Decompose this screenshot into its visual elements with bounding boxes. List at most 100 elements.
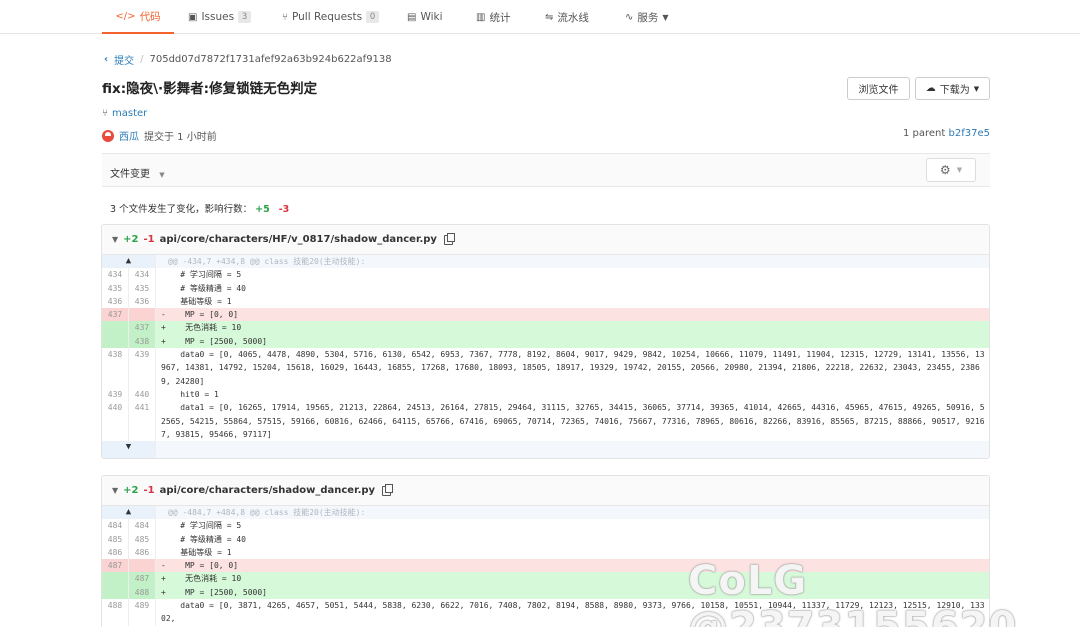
total-additions: +5	[255, 204, 270, 215]
diff-line: 485 485 # 等级精通 = 40	[102, 532, 989, 546]
code-line: data1 = [0, 16265, 17914, 19565, 21213, …	[161, 403, 985, 439]
old-line-number[interactable]	[102, 334, 129, 349]
issues-count-badge: 3	[238, 11, 252, 23]
hunk-header: @@ -434,7 +434,8 @@ class 技能20(主动技能):	[168, 257, 366, 266]
branch-link[interactable]: ⑂ master	[102, 108, 147, 119]
diff-lines: ▲ @@ -434,7 +434,8 @@ class 技能20(主动技能): 43…	[102, 255, 989, 459]
code-line: + 无色消耗 = 10	[161, 323, 242, 333]
tab-label: Issues	[201, 11, 235, 23]
download-button[interactable]: ☁ 下载为 ▼	[915, 77, 990, 100]
new-line-number[interactable]: 438	[129, 334, 156, 349]
new-line-number[interactable]: 441	[129, 401, 156, 442]
file-path[interactable]: api/core/characters/shadow_dancer.py	[160, 485, 375, 496]
new-line-number[interactable]: 437	[129, 321, 156, 335]
new-line-number[interactable]: 436	[129, 294, 156, 309]
wiki-icon: ▤	[407, 11, 417, 23]
tab-service[interactable]: ∿ 服务 ▼	[625, 0, 669, 34]
breadcrumb-commits-link[interactable]: 提交	[114, 52, 134, 67]
old-line-number[interactable]: 486	[102, 545, 129, 560]
tab-issues[interactable]: ▣ Issues 3	[188, 0, 252, 34]
file-changes-label: 文件变更	[110, 169, 150, 180]
hunk-header-row: ▲ @@ -484,7 +484,8 @@ class 技能20(主动技能):	[102, 506, 989, 520]
old-line-number[interactable]	[102, 572, 129, 586]
new-line-number[interactable]	[129, 559, 156, 573]
new-line-number[interactable]: 435	[129, 281, 156, 295]
parent-label: 1 parent	[903, 128, 946, 139]
branch-name: master	[112, 108, 148, 119]
new-line-number[interactable]: 439	[129, 348, 156, 388]
chevron-left-icon: ‹	[104, 54, 109, 65]
file-additions: +2	[123, 234, 139, 245]
tab-label: Pull Requests	[292, 11, 363, 23]
new-line-number[interactable]: 486	[129, 545, 156, 560]
file-path[interactable]: api/core/characters/HF/v_0817/shadow_dan…	[160, 234, 437, 245]
hunk-header-row: ▲ @@ -434,7 +434,8 @@ class 技能20(主动技能):	[102, 255, 989, 269]
author-name[interactable]: 西瓜	[119, 128, 139, 143]
browse-files-button[interactable]: 浏览文件	[847, 77, 910, 100]
new-line-number[interactable]: 485	[129, 532, 156, 546]
code-line: # 学习间隔 = 5	[161, 270, 242, 280]
old-line-number[interactable]: 484	[102, 519, 129, 533]
diff-line: 436 436 基础等级 = 1	[102, 294, 989, 309]
new-line-number[interactable]: 489	[129, 599, 156, 626]
new-line-number[interactable]	[129, 308, 156, 322]
diff-settings-button[interactable]: ⚙ ▼	[926, 158, 976, 182]
breadcrumb-commit-sha: 705dd07d7872f1731afef92a63b924b622af9138	[149, 54, 392, 65]
hunk-header: @@ -484,7 +484,8 @@ class 技能20(主动技能):	[168, 508, 366, 517]
code-icon: </>	[115, 10, 136, 22]
total-deletions: -3	[278, 204, 290, 215]
copy-icon[interactable]	[443, 232, 455, 245]
new-line-number[interactable]: 488	[129, 585, 156, 600]
file-changes-dropdown[interactable]: 文件变更 ▼	[110, 165, 165, 180]
code-line: # 等级精通 = 40	[161, 534, 246, 544]
diff-line: 440 441 data1 = [0, 16265, 17914, 19565, …	[102, 401, 989, 442]
new-line-number[interactable]: 487	[129, 572, 156, 586]
old-line-number[interactable]: 485	[102, 532, 129, 546]
parent-sha-link[interactable]: b2f37e5	[949, 128, 990, 139]
caret-down-icon: ▼	[956, 166, 963, 174]
file-additions: +2	[123, 485, 139, 496]
diff-line: 439 440 hit0 = 1	[102, 387, 989, 402]
expand-up-button[interactable]: ▲	[102, 255, 156, 269]
diff-line: 434 434 # 学习间隔 = 5	[102, 268, 989, 282]
breadcrumb: ‹ 提交 / 705dd07d7872f1731afef92a63b924b62…	[104, 52, 392, 67]
old-line-number[interactable]: 436	[102, 294, 129, 309]
old-line-number[interactable]: 437	[102, 308, 129, 322]
new-line-number[interactable]: 434	[129, 268, 156, 282]
old-line-number[interactable]: 487	[102, 559, 129, 573]
old-line-number[interactable]	[102, 585, 129, 600]
old-line-number[interactable]: 439	[102, 387, 129, 402]
old-line-number[interactable]	[102, 321, 129, 335]
diff-line: 437 + 无色消耗 = 10	[102, 321, 989, 335]
parent-info: 1 parent b2f37e5	[903, 128, 990, 139]
tab-pull-requests[interactable]: ⑂ Pull Requests 0	[282, 0, 380, 34]
file-diff: ▼ +2 -1 api/core/characters/HF/v_0817/sh…	[101, 224, 990, 460]
old-line-number[interactable]: 434	[102, 268, 129, 282]
file-diff-header[interactable]: ▼ +2 -1 api/core/characters/shadow_dance…	[102, 476, 989, 506]
file-diff-header[interactable]: ▼ +2 -1 api/core/characters/HF/v_0817/sh…	[102, 225, 989, 255]
collapse-caret-icon[interactable]: ▼	[112, 486, 118, 495]
new-line-number[interactable]: 440	[129, 387, 156, 402]
old-line-number[interactable]: 488	[102, 599, 129, 626]
old-line-number[interactable]: 440	[102, 401, 129, 442]
new-line-number[interactable]: 484	[129, 519, 156, 533]
diff-line: 437 - MP = [0, 0]	[102, 308, 989, 322]
tab-wiki[interactable]: ▤ Wiki	[407, 0, 443, 34]
tab-pipeline[interactable]: ⇋ 流水线	[545, 0, 589, 34]
issues-icon: ▣	[188, 11, 198, 23]
tab-stats[interactable]: ▥ 统计	[476, 0, 510, 34]
tab-label: 代码	[139, 10, 161, 23]
caret-down-icon: ▼	[973, 84, 980, 93]
tab-code[interactable]: </> 代码	[102, 0, 174, 34]
old-line-number[interactable]: 435	[102, 281, 129, 295]
diff-line: 438 439 data0 = [0, 4065, 4478, 4890, 530…	[102, 348, 989, 388]
collapse-caret-icon[interactable]: ▼	[112, 235, 118, 244]
pull-request-icon: ⑂	[282, 11, 288, 23]
expand-up-button[interactable]: ▲	[102, 506, 156, 520]
watermark: CoLG @2373155620	[688, 558, 1018, 627]
expand-down-button[interactable]: ▼	[102, 441, 156, 459]
old-line-number[interactable]: 438	[102, 348, 129, 388]
hunk-footer-row: ▼	[102, 441, 989, 459]
avatar[interactable]	[102, 129, 114, 142]
copy-icon[interactable]	[382, 483, 394, 496]
